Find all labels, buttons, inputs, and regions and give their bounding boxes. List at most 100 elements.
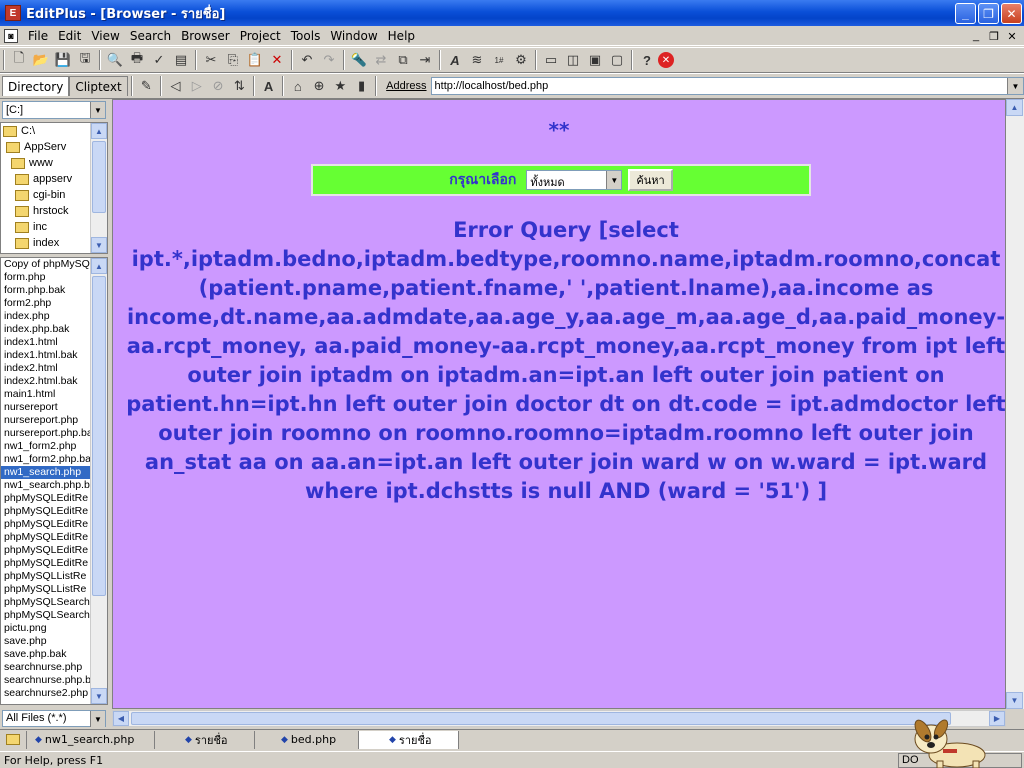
file-list-scrollbar[interactable]: ▲ ▼ xyxy=(90,258,107,704)
file-list-item[interactable]: pictu.png xyxy=(1,622,91,635)
file-list-item[interactable]: index1.html.bak xyxy=(1,349,91,362)
refresh-icon[interactable]: ⇅ xyxy=(229,75,250,97)
cut-icon[interactable]: ✂ xyxy=(200,49,222,71)
address-input[interactable]: http://localhost/bed.php ▼ xyxy=(430,77,1024,95)
globe-icon[interactable]: ⊕ xyxy=(308,75,329,97)
chevron-down-icon[interactable]: ▼ xyxy=(606,171,622,189)
copy-icon[interactable]: ⎘ xyxy=(222,49,244,71)
menu-help[interactable]: Help xyxy=(383,29,420,43)
editplus-app-icon[interactable]: E xyxy=(5,5,21,21)
mdi-restore-button[interactable]: ❐ xyxy=(986,29,1002,43)
chevron-down-icon[interactable]: ▼ xyxy=(90,102,105,118)
file-list-item[interactable]: save.php.bak xyxy=(1,648,91,661)
scroll-up-icon[interactable]: ▲ xyxy=(91,258,107,274)
file-list-item[interactable]: main1.html xyxy=(1,388,91,401)
file-list-item[interactable]: phpMySQLEditRe xyxy=(1,505,91,518)
page-setup-icon[interactable]: ▤ xyxy=(170,49,192,71)
spell-check-icon[interactable]: ✓ xyxy=(148,49,170,71)
help-icon[interactable]: ? xyxy=(636,49,658,71)
file-list-item[interactable]: searchnurse2.php xyxy=(1,687,91,700)
menu-search[interactable]: Search xyxy=(125,29,176,43)
scroll-down-icon[interactable]: ▼ xyxy=(91,688,107,704)
doc-tab-nw1-search[interactable]: ◆ nw1_search.php xyxy=(27,730,155,749)
text-size-icon[interactable]: A xyxy=(258,75,279,97)
menu-browser[interactable]: Browser xyxy=(176,29,235,43)
menu-file[interactable]: File xyxy=(23,29,53,43)
doc-tab-list-1[interactable]: ◆ รายชื่อ xyxy=(155,730,255,749)
favorites-icon[interactable]: ★ xyxy=(330,75,351,97)
menu-tools[interactable]: Tools xyxy=(286,29,326,43)
maximize-button[interactable]: ❐ xyxy=(978,3,999,24)
line-number-icon[interactable]: 1# xyxy=(488,49,510,71)
file-filter-select[interactable]: All Files (*.*) ▼ xyxy=(2,710,106,727)
document-icon[interactable]: ◙ xyxy=(4,28,18,43)
file-list-item[interactable]: nursereport xyxy=(1,401,91,414)
home-icon[interactable]: ⌂ xyxy=(287,75,308,97)
file-list-item[interactable]: phpMySQLListRe xyxy=(1,570,91,583)
file-list-item[interactable]: nw1_search.php.b xyxy=(1,479,91,492)
new-file-icon[interactable]: 🗋 xyxy=(8,49,30,71)
undo-icon[interactable]: ↶ xyxy=(296,49,318,71)
save-icon[interactable]: 💾 xyxy=(52,49,74,71)
redo-icon[interactable]: ↷ xyxy=(318,49,340,71)
ward-select[interactable]: ทั้งหมด ▼ xyxy=(526,170,623,190)
mdi-minimize-button[interactable]: _ xyxy=(968,29,984,43)
browser-horizontal-scrollbar[interactable]: ◀ ▶ xyxy=(112,710,1006,727)
font-icon[interactable]: A xyxy=(444,49,466,71)
back-icon[interactable]: ◁ xyxy=(165,75,186,97)
edit-pen-icon[interactable]: ✎ xyxy=(136,75,157,97)
chevron-down-icon[interactable]: ▼ xyxy=(90,711,105,727)
file-list-item[interactable]: searchnurse.php.b xyxy=(1,674,91,687)
tab-cliptext[interactable]: Cliptext xyxy=(69,76,128,96)
find-icon[interactable]: 🔦 xyxy=(348,49,370,71)
full-screen-icon[interactable]: ▢ xyxy=(606,49,628,71)
file-list-item[interactable]: form.php.bak xyxy=(1,284,91,297)
menu-project[interactable]: Project xyxy=(235,29,286,43)
print-icon[interactable]: 🖶 xyxy=(126,49,148,71)
scroll-up-icon[interactable]: ▲ xyxy=(1006,99,1023,116)
scroll-left-icon[interactable]: ◀ xyxy=(113,711,129,726)
file-list-item[interactable]: phpMySQLEditRe xyxy=(1,492,91,505)
file-list-item[interactable]: save.php xyxy=(1,635,91,648)
file-list-item[interactable]: form.php xyxy=(1,271,91,284)
bookmark-icon[interactable]: ▮ xyxy=(351,75,372,97)
paste-icon[interactable]: 📋 xyxy=(244,49,266,71)
open-folder-icon[interactable]: 📂 xyxy=(30,49,52,71)
mdi-close-button[interactable]: ✕ xyxy=(1004,29,1020,43)
scroll-thumb[interactable] xyxy=(131,712,951,725)
stop-browse-icon[interactable]: ⊘ xyxy=(207,75,228,97)
file-list-item[interactable]: phpMySQLListRe xyxy=(1,583,91,596)
file-list-item[interactable]: Copy of phpMySQL xyxy=(1,258,91,271)
replace-icon[interactable]: ⇄ xyxy=(370,49,392,71)
scroll-down-icon[interactable]: ▼ xyxy=(91,237,107,253)
find-in-files-icon[interactable]: ⧉ xyxy=(392,49,414,71)
doc-tab-list-2[interactable]: ◆ รายชื่อ xyxy=(359,730,459,749)
scroll-down-icon[interactable]: ▼ xyxy=(1006,692,1023,709)
settings-icon[interactable]: ⚙ xyxy=(510,49,532,71)
window-list-icon[interactable]: ▭ xyxy=(540,49,562,71)
search-button[interactable]: ค้นหา xyxy=(628,169,673,191)
forward-icon[interactable]: ▷ xyxy=(186,75,207,97)
file-list-item[interactable]: phpMySQLEditRe xyxy=(1,544,91,557)
file-list-item[interactable]: nursereport.php xyxy=(1,414,91,427)
browser-vertical-scrollbar[interactable]: ▲ ▼ xyxy=(1006,99,1024,709)
file-list-item[interactable]: phpMySQLEditRe xyxy=(1,518,91,531)
file-list-item[interactable]: index.php xyxy=(1,310,91,323)
file-list-item[interactable]: index2.html.bak xyxy=(1,375,91,388)
directory-window-icon[interactable]: ◫ xyxy=(562,49,584,71)
delete-icon[interactable]: ✕ xyxy=(266,49,288,71)
scroll-thumb[interactable] xyxy=(92,276,106,596)
file-list-item[interactable]: phpMySQLSearch xyxy=(1,609,91,622)
menu-edit[interactable]: Edit xyxy=(53,29,86,43)
menu-view[interactable]: View xyxy=(86,29,124,43)
file-list-item[interactable]: nursereport.php.ba xyxy=(1,427,91,440)
doc-tab-bed[interactable]: ◆ bed.php xyxy=(255,730,359,749)
file-list-item[interactable]: index1.html xyxy=(1,336,91,349)
file-list-item[interactable]: nw1_form2.php.ba xyxy=(1,453,91,466)
minimize-button[interactable]: _ xyxy=(955,3,976,24)
menu-window[interactable]: Window xyxy=(325,29,382,43)
file-list-item[interactable]: nw1_form2.php xyxy=(1,440,91,453)
stop-icon[interactable]: ✕ xyxy=(658,52,674,68)
save-all-icon[interactable]: 🖫 xyxy=(74,49,96,71)
print-preview-icon[interactable]: 🔍 xyxy=(104,49,126,71)
